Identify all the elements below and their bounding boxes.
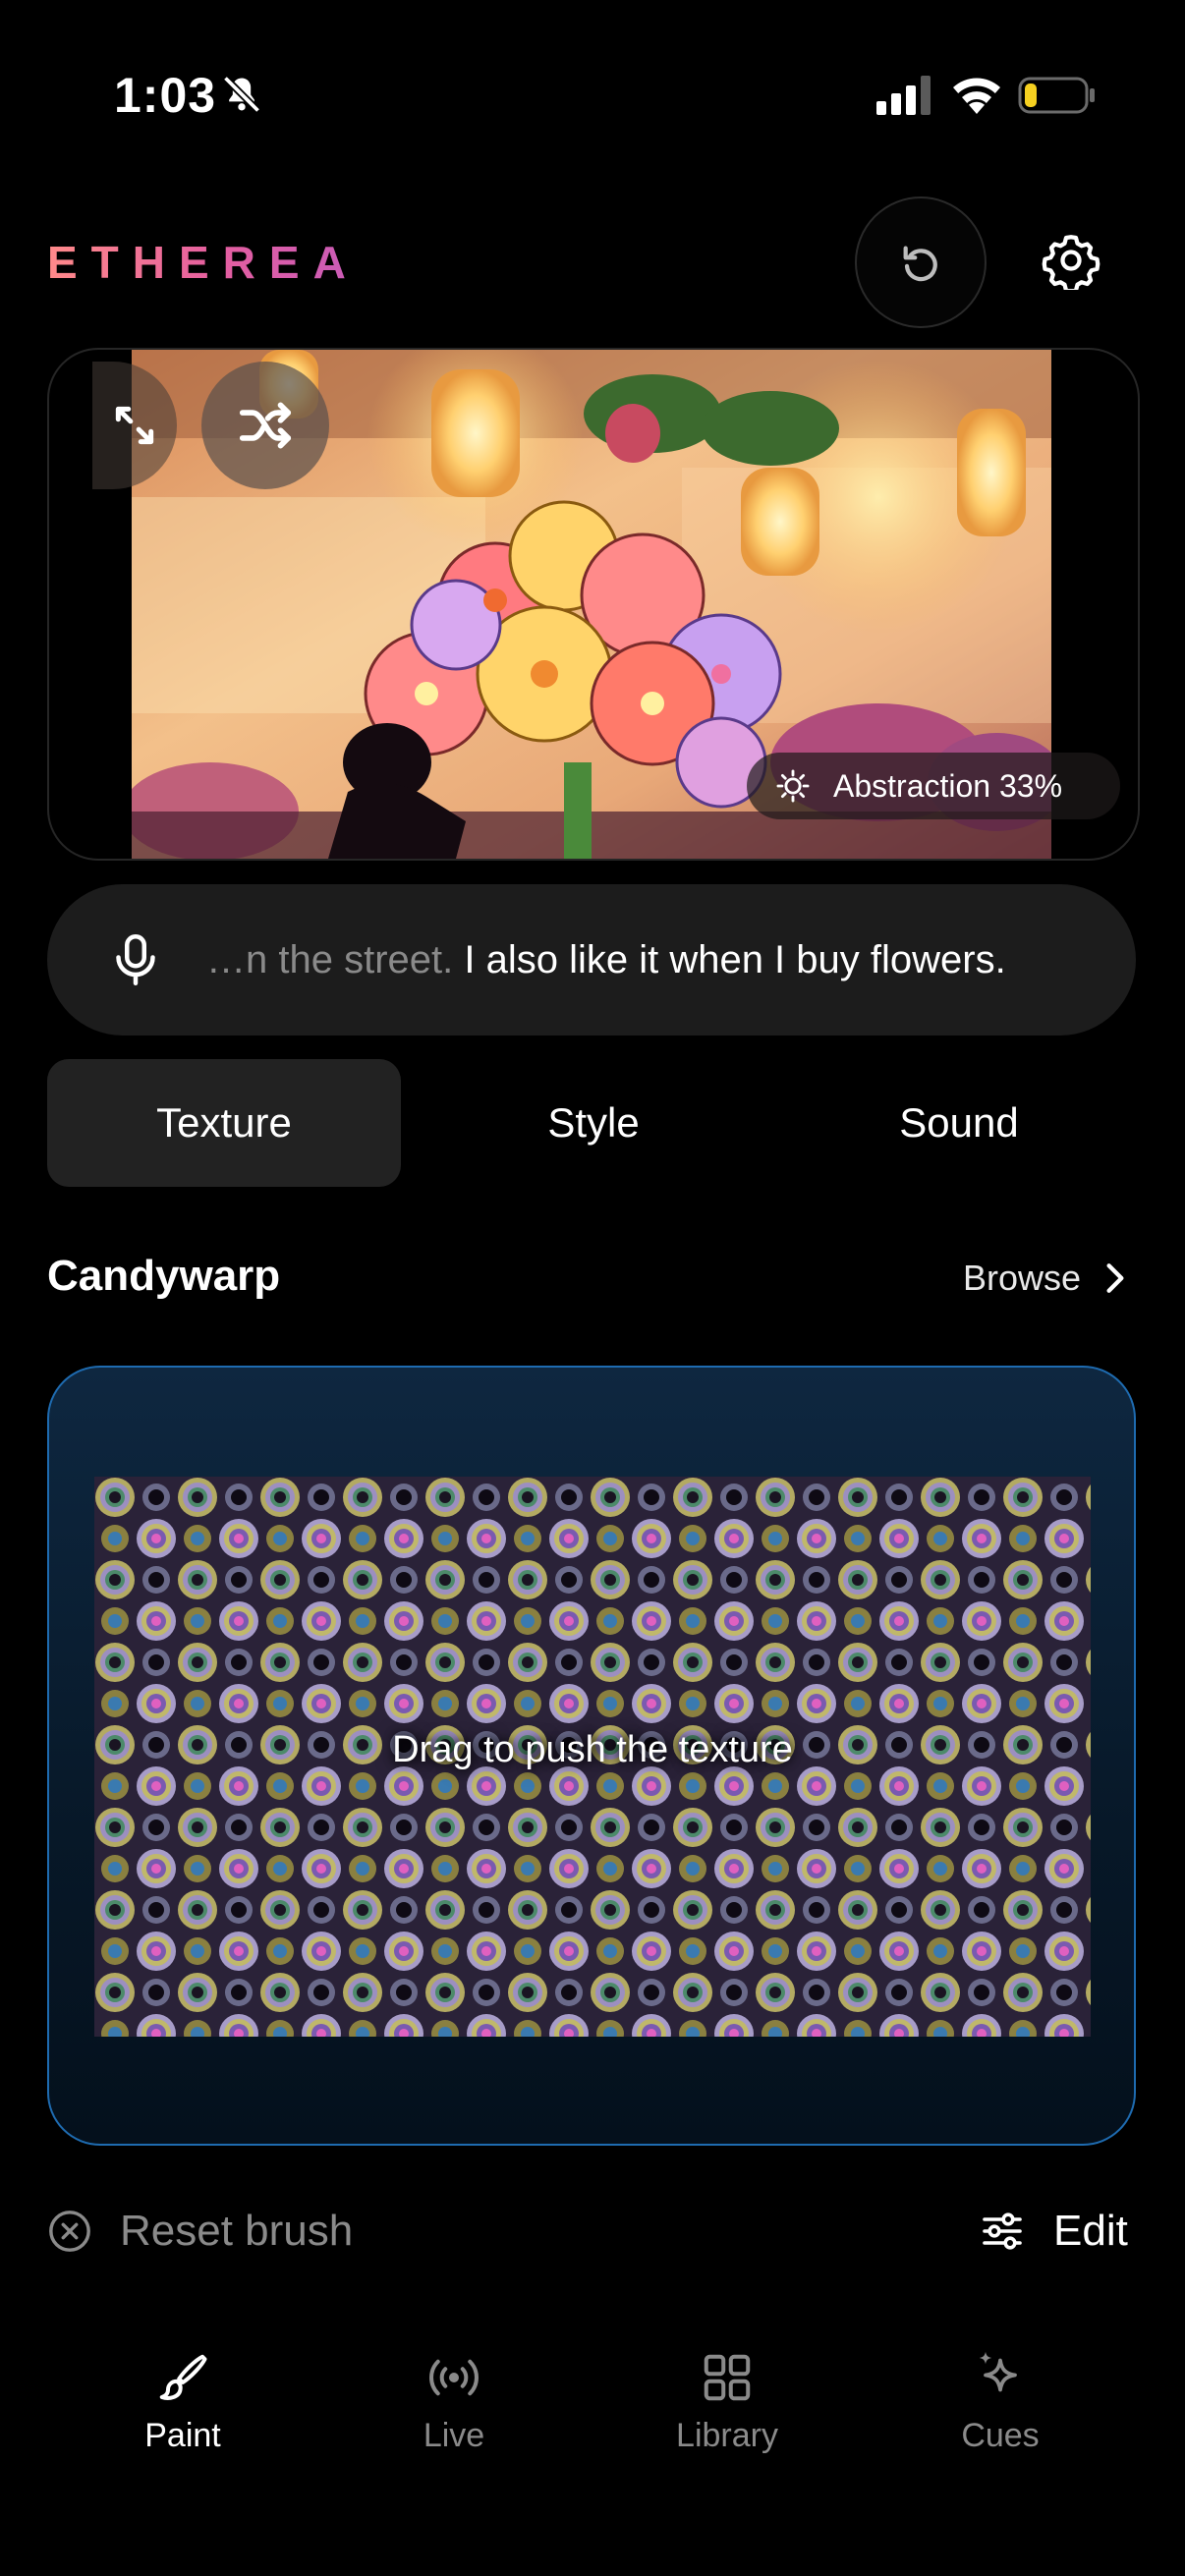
browse-label: Browse [963,1258,1082,1298]
transcript-faded-text: …n the street. [206,937,454,981]
texture-drag-hint: Drag to push the texture [392,1729,793,1770]
undo-button[interactable] [855,196,987,328]
abstraction-label: Abstraction 33% [833,767,1063,804]
microphone-icon[interactable] [106,929,165,990]
undo-icon [903,246,937,282]
nav-library-label: Library [676,2417,778,2454]
nav-cues-label: Cues [961,2417,1040,2454]
brightness-icon [776,769,810,803]
transcript-current-text: I also like it when I buy flowers. [453,937,1006,981]
status-time: 1:03 [114,68,217,123]
close-circle-icon [49,2211,90,2252]
settings-button[interactable] [1012,201,1130,319]
cellular-signal-icon [876,76,931,115]
nav-library[interactable]: Library [629,2348,825,2455]
expand-arrows-icon [115,406,154,445]
brush-name: Candywarp [47,1252,281,1300]
transcript-text: …n the street. I also like it when I buy… [206,884,1006,1036]
chevron-right-icon [1106,1263,1124,1293]
tab-sound[interactable]: Sound [782,1059,1136,1187]
nav-live[interactable]: Live [356,2348,552,2455]
tab-style[interactable]: Style [417,1059,770,1187]
nav-live-label: Live [423,2417,485,2454]
sliders-icon [983,2212,1022,2250]
voice-transcript-bar[interactable]: …n the street. I also like it when I buy… [47,884,1136,1036]
reset-brush-button[interactable]: Reset brush [47,2207,353,2256]
sparkle-icon [979,2351,1017,2392]
tab-texture[interactable]: Texture [47,1059,401,1187]
battery-low-icon [1018,77,1095,114]
browse-button[interactable]: Browse [963,1258,1128,1299]
nav-paint-label: Paint [144,2417,221,2454]
abstraction-level-badge[interactable]: Abstraction 33% [747,753,1120,819]
reset-brush-label: Reset brush [120,2207,354,2255]
brush-icon [159,2354,207,2400]
wifi-icon [953,78,1000,114]
shuffle-icon [239,402,292,449]
edit-button[interactable]: Edit [979,2207,1128,2256]
broadcast-icon [429,2359,479,2396]
app-logo: ETHEREA [47,237,360,288]
silent-bell-icon [222,75,261,114]
shuffle-button[interactable] [201,362,329,489]
grid-icon [704,2354,751,2401]
nav-paint[interactable]: Paint [85,2348,281,2455]
nav-cues[interactable]: Cues [902,2348,1099,2455]
generated-image-preview[interactable]: Abstraction 33% [47,348,1140,861]
edit-label: Edit [1053,2207,1128,2255]
gear-icon [1042,235,1100,290]
